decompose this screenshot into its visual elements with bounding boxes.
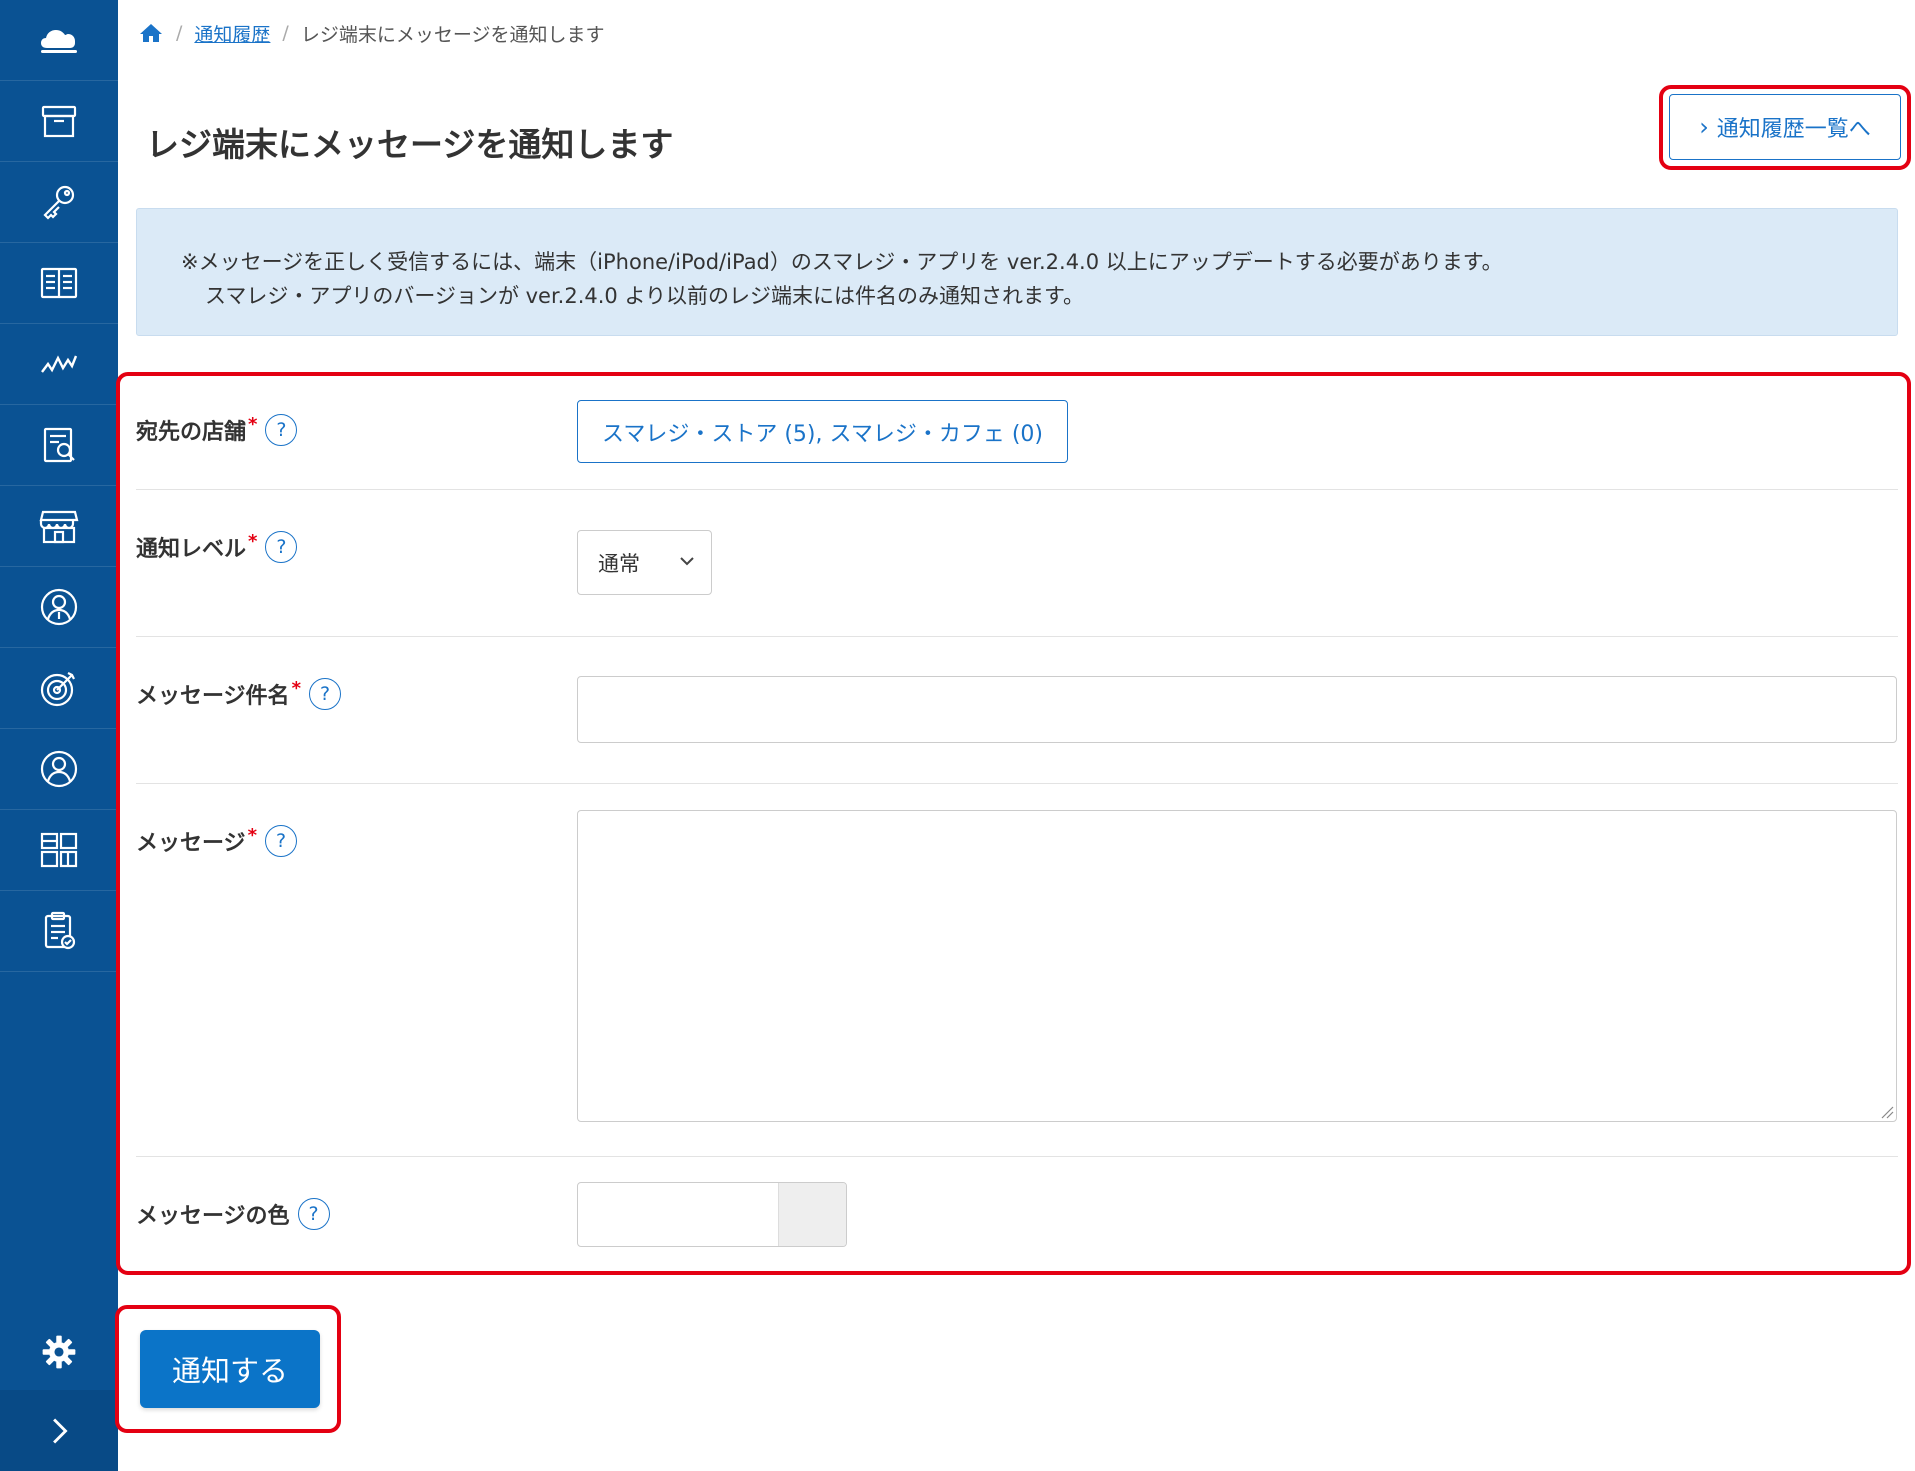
subject-input[interactable] [577, 676, 1897, 743]
chevron-down-icon [680, 557, 694, 566]
sidebar-item-staff[interactable] [0, 729, 118, 810]
breadcrumb-current: レジ端末にメッセージを通知します [300, 23, 605, 46]
sidebar-item-analytics[interactable] [0, 324, 118, 405]
required-mark: * [291, 677, 301, 699]
store-field-label: 宛先の店舗 * ? [136, 413, 298, 446]
chart-line-icon [41, 355, 78, 373]
row-divider [136, 1156, 1898, 1157]
color-label-text: メッセージの色 [136, 1204, 290, 1229]
notice-line: スマレジ・アプリのバージョンが ver.2.4.0 より以前のレジ端末には件名の… [205, 284, 1084, 308]
store-select-button[interactable]: スマレジ・ストア (5), スマレジ・カフェ (0) [577, 400, 1068, 463]
clipboard-icon [44, 911, 76, 950]
message-textarea[interactable] [577, 810, 1897, 1122]
help-icon[interactable]: ? [297, 1198, 330, 1230]
chevron-right-icon: › [1699, 113, 1709, 141]
chevron-right-icon [53, 1418, 68, 1443]
sidebar-item-home[interactable] [0, 0, 118, 81]
help-icon[interactable]: ? [265, 414, 298, 446]
settings-button[interactable] [0, 1311, 118, 1392]
sidebar-item-customers[interactable] [0, 567, 118, 648]
subject-field-label: メッセージ件名 * ? [136, 678, 341, 710]
row-divider [136, 489, 1898, 490]
archive-icon [41, 105, 77, 138]
color-swatch[interactable] [778, 1183, 846, 1246]
level-field-label: 通知レベル * ? [136, 530, 298, 563]
user-icon [40, 750, 78, 788]
cloud-icon [41, 30, 77, 53]
book-icon [40, 267, 78, 299]
customer-icon [40, 588, 78, 626]
target-icon [40, 672, 75, 707]
gear-icon [42, 1335, 76, 1368]
color-picker-input[interactable] [577, 1182, 847, 1247]
key-icon [43, 185, 75, 220]
sidebar-item-apps[interactable] [0, 810, 118, 891]
message-field-label: メッセージ * ? [136, 825, 297, 857]
store-label-text: 宛先の店舗 [136, 420, 247, 445]
sidebar-item-tasks[interactable] [0, 891, 118, 972]
history-list-button[interactable]: › 通知履歴一覧へ [1669, 94, 1901, 160]
submit-notify-button[interactable]: 通知する [140, 1330, 320, 1408]
row-divider [136, 636, 1898, 637]
sidebar-item-targets[interactable] [0, 648, 118, 729]
home-icon[interactable] [138, 20, 164, 46]
required-mark: * [248, 413, 258, 435]
report-icon [43, 427, 75, 463]
layout-icon [40, 832, 78, 868]
required-mark: * [248, 530, 258, 552]
level-select[interactable]: 通常 [577, 530, 712, 595]
breadcrumb-separator: / [176, 22, 183, 44]
sidebar-item-stores[interactable] [0, 486, 118, 567]
level-label-text: 通知レベル [136, 537, 247, 562]
color-field-label: メッセージの色 ? [136, 1198, 330, 1230]
history-list-button-label: 通知履歴一覧へ [1716, 117, 1871, 142]
sidebar-expand-button[interactable] [0, 1390, 118, 1471]
required-mark: * [247, 824, 257, 846]
store-icon [39, 510, 79, 544]
message-label-text: メッセージ [136, 831, 246, 856]
sidebar-item-ledger[interactable] [0, 243, 118, 324]
breadcrumb-link-history[interactable]: 通知履歴 [194, 20, 270, 47]
resize-grip-icon[interactable] [1880, 1105, 1894, 1119]
row-divider [136, 783, 1898, 784]
info-notice: ※メッセージを正しく受信するには、端末（iPhone/iPod/iPad）のスマ… [136, 208, 1898, 336]
breadcrumb-separator: / [282, 22, 289, 44]
help-icon[interactable]: ? [308, 678, 341, 710]
help-icon[interactable]: ? [265, 531, 298, 563]
breadcrumb: / 通知履歴 / レジ端末にメッセージを通知します [138, 18, 604, 48]
level-select-value: 通常 [598, 551, 640, 576]
subject-label-text: メッセージ件名 [136, 684, 290, 709]
sidebar-item-keys[interactable] [0, 162, 118, 243]
help-icon[interactable]: ? [264, 825, 297, 857]
page-title: レジ端末にメッセージを通知します [146, 125, 674, 164]
sidebar [0, 0, 118, 1471]
main-content: / 通知履歴 / レジ端末にメッセージを通知します レジ端末にメッセージを通知し… [115, 0, 1915, 1471]
sidebar-item-reports[interactable] [0, 405, 118, 486]
notice-line: ※メッセージを正しく受信するには、端末（iPhone/iPod/iPad）のスマ… [181, 250, 1503, 274]
sidebar-item-products[interactable] [0, 81, 118, 162]
